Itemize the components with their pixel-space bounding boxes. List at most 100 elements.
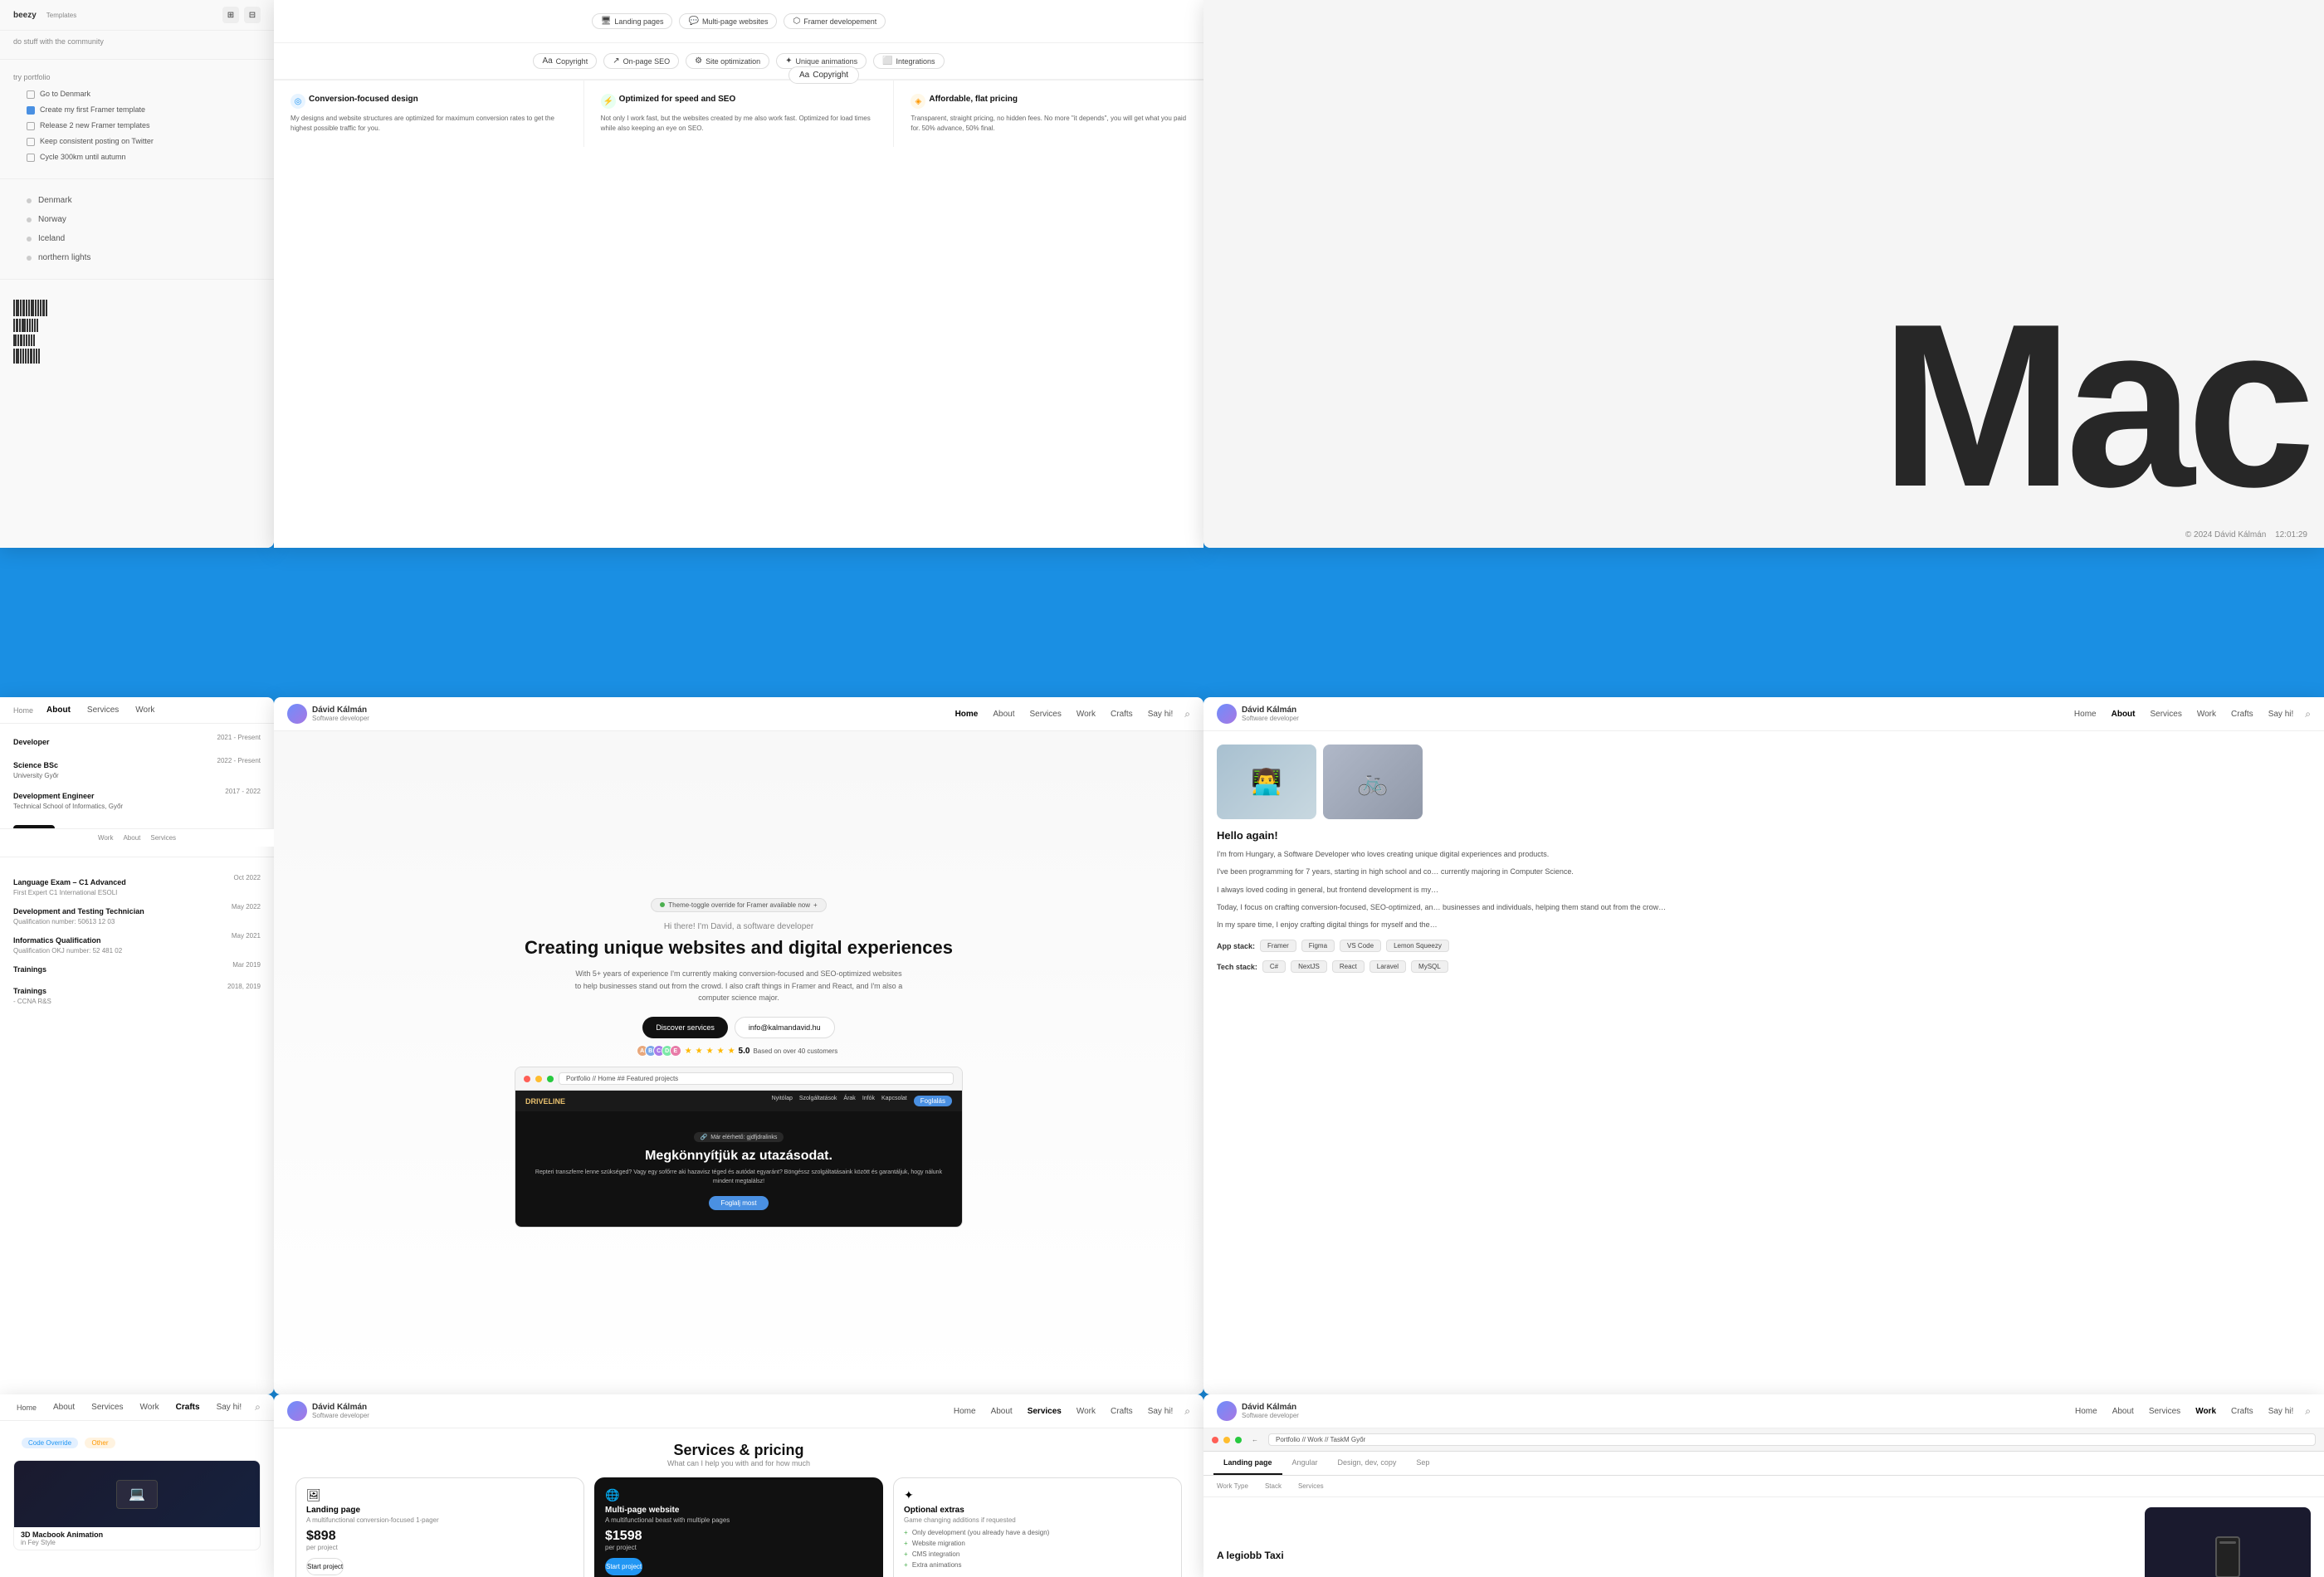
crafts-nav-services[interactable]: Services — [88, 1401, 126, 1413]
craft-tag-code-override[interactable]: Code Override — [22, 1438, 78, 1448]
ad-nav-work[interactable]: Work — [2194, 708, 2219, 720]
work-nav-search-icon[interactable]: ⌕ — [2305, 1405, 2311, 1418]
contact-button[interactable]: info@kalmandavid.hu — [735, 1017, 835, 1038]
tag-landing-pages[interactable]: 🖥 Landing pages — [592, 13, 673, 29]
work-nav-crafts[interactable]: Crafts — [2228, 1405, 2257, 1418]
pc-name-extras: Optional extras — [904, 1506, 1171, 1515]
work-nav-services[interactable]: Services — [2146, 1405, 2184, 1418]
sp-nav-about[interactable]: About — [988, 1405, 1016, 1418]
about-navbar-work[interactable]: Work — [132, 704, 158, 716]
stack-vscode[interactable]: VS Code — [1340, 940, 1381, 952]
craft-item-macbook[interactable]: 💻 3D Macbook Animation in Fey Style — [13, 1460, 261, 1550]
crafts-nav-search-icon[interactable]: ⌕ — [255, 1401, 261, 1413]
craft-tag-other[interactable]: Other — [85, 1438, 115, 1448]
ad-nav-about[interactable]: About — [2108, 708, 2139, 720]
tech-csharp[interactable]: C# — [1262, 960, 1286, 973]
checkbox-framer-1[interactable] — [27, 106, 35, 115]
theme-toggle-badge[interactable]: Theme-toggle override for Framer availab… — [651, 898, 826, 912]
work-nav-home[interactable]: Home — [2072, 1405, 2101, 1418]
ad-nav-services[interactable]: Services — [2147, 708, 2185, 720]
crafts-nav-crafts[interactable]: Crafts — [173, 1401, 203, 1413]
sp-nav-work[interactable]: Work — [1073, 1405, 1099, 1418]
work-tab-angular[interactable]: Angular — [1282, 1452, 1328, 1475]
nav-search-icon[interactable]: ⌕ — [1184, 708, 1190, 720]
driveline-nav-5[interactable]: Kapcsolat — [881, 1096, 907, 1106]
driveline-nav-2[interactable]: Szolgáltatások — [799, 1096, 837, 1106]
nav-about[interactable]: About — [989, 708, 1018, 720]
bar2-5 — [27, 319, 28, 332]
bottom-nav-about-about[interactable]: About — [123, 834, 140, 842]
nav-crafts[interactable]: Crafts — [1107, 708, 1136, 720]
task-twitter[interactable]: Keep consistent posting on Twitter — [13, 134, 261, 149]
work-nav-sayhi[interactable]: Say hi! — [2265, 1405, 2297, 1418]
crafts-nav-about[interactable]: About — [50, 1401, 78, 1413]
work-address-bar[interactable]: Portfolio // Work // TaskM Győr — [1268, 1433, 2316, 1446]
stack-framer[interactable]: Framer — [1260, 940, 1296, 952]
sp-nav-crafts[interactable]: Crafts — [1107, 1405, 1136, 1418]
back-icon[interactable]: ← — [1252, 1436, 1258, 1443]
task-framer-2[interactable]: Release 2 new Framer templates — [13, 118, 261, 134]
driveline-nav-1[interactable]: Nyitólap — [772, 1096, 793, 1106]
tech-nextjs[interactable]: NextJS — [1291, 960, 1327, 973]
discover-services-button[interactable]: Discover services — [642, 1017, 728, 1038]
crafts-nav-work[interactable]: Work — [137, 1401, 163, 1413]
tag-multi-page[interactable]: 💬 Multi-page websites — [679, 13, 777, 29]
tag-seo[interactable]: ↗ On-page SEO — [603, 53, 679, 69]
checkbox-cycle[interactable] — [27, 154, 35, 162]
about-navbar-services[interactable]: Services — [84, 704, 122, 716]
about-navbar-home[interactable]: Home — [13, 706, 33, 715]
sp-nav-sayhi[interactable]: Say hi! — [1145, 1405, 1177, 1418]
bottom-nav-work-about[interactable]: Work — [98, 834, 114, 842]
driveline-nav-4[interactable]: Infók — [862, 1096, 875, 1106]
tag-site-opt[interactable]: ⚙ Site optimization — [686, 53, 769, 69]
sp-nav-search-icon[interactable]: ⌕ — [1184, 1405, 1190, 1418]
stack-lemonsqueezy[interactable]: Lemon Squeezy — [1386, 940, 1449, 952]
tech-laravel[interactable]: Laravel — [1370, 960, 1406, 973]
tag-copyright[interactable]: Aa Copyright — [533, 53, 597, 69]
ad-nav-search-icon[interactable]: ⌕ — [2305, 708, 2311, 720]
brand-subtitle: Software developer — [312, 715, 369, 722]
task-cycle[interactable]: Cycle 300km until autumn — [13, 149, 261, 165]
ad-nav-crafts[interactable]: Crafts — [2228, 708, 2257, 720]
work-tab-landing[interactable]: Landing page — [1213, 1452, 1282, 1475]
crafts-nav-sayhi[interactable]: Say hi! — [213, 1401, 246, 1413]
tech-stack-row: Tech stack: C# NextJS React Laravel MySQ… — [1217, 960, 2311, 973]
driveline-nav-3[interactable]: Árak — [843, 1096, 855, 1106]
loc-dot-3 — [27, 237, 32, 242]
pc-btn-landing[interactable]: Start project — [306, 1558, 344, 1575]
work-tab-sep[interactable]: Sep — [1406, 1452, 1439, 1475]
nav-services[interactable]: Services — [1027, 708, 1065, 720]
nav-sayhi[interactable]: Say hi! — [1145, 708, 1177, 720]
task-section: try portfolio Go to Denmark Create my fi… — [0, 66, 274, 172]
app-icon-1[interactable]: ⊞ — [222, 7, 239, 23]
driveline-cta-btn[interactable]: Foglalj most — [709, 1196, 768, 1210]
work-nav-work[interactable]: Work — [2192, 1405, 2219, 1418]
task-go-denmark[interactable]: Go to Denmark — [13, 86, 261, 102]
task-framer-1[interactable]: Create my first Framer template — [13, 102, 261, 118]
nav-home[interactable]: Home — [952, 708, 982, 720]
nav-work[interactable]: Work — [1073, 708, 1099, 720]
hero-desc: With 5+ years of experience I'm currentl… — [573, 968, 905, 1003]
driveline-booking-btn[interactable]: Foglalás — [914, 1096, 952, 1106]
work-nav-links: Home About Services Work Crafts Say hi! … — [2072, 1405, 2311, 1418]
work-nav-about[interactable]: About — [2109, 1405, 2137, 1418]
sp-nav-services[interactable]: Services — [1024, 1405, 1065, 1418]
stack-figma[interactable]: Figma — [1301, 940, 1335, 952]
tag-framer-dev[interactable]: ⬡ Framer developement — [784, 13, 886, 29]
tech-react[interactable]: React — [1332, 960, 1365, 973]
sp-nav-home[interactable]: Home — [950, 1405, 979, 1418]
ad-nav-home[interactable]: Home — [2071, 708, 2100, 720]
checkbox-twitter[interactable] — [27, 138, 35, 146]
tag-integrations[interactable]: ⬜ Integrations — [873, 53, 944, 69]
crafts-nav-home[interactable]: Home — [13, 1402, 40, 1413]
work-tab-design[interactable]: Design, dev, copy — [1328, 1452, 1407, 1475]
checkbox-framer-2[interactable] — [27, 122, 35, 130]
pc-btn-multipage[interactable]: Start project — [605, 1558, 642, 1575]
app-icon-2[interactable]: ⊟ — [244, 7, 261, 23]
tech-mysql[interactable]: MySQL — [1411, 960, 1448, 973]
about-navbar-about[interactable]: About — [43, 704, 74, 716]
checkbox-denmark[interactable] — [27, 90, 35, 99]
ad-nav-sayhi[interactable]: Say hi! — [2265, 708, 2297, 720]
address-bar-inner[interactable]: Portfolio // Home ## Featured projects — [559, 1072, 954, 1085]
bottom-nav-services-about[interactable]: Services — [150, 834, 176, 842]
